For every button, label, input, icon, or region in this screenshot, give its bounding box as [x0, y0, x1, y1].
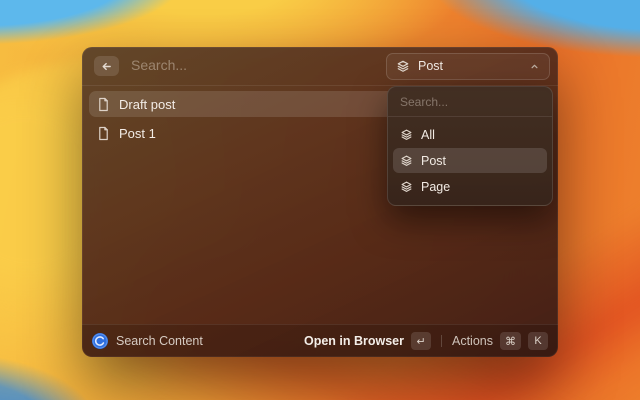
- open-in-browser-label: Open in Browser: [303, 334, 404, 348]
- box-icon: [400, 128, 413, 141]
- type-filter-dropdown-trigger[interactable]: Post: [386, 52, 550, 80]
- dropdown-option-page[interactable]: Page: [393, 174, 547, 199]
- chevron-up-icon: [529, 61, 540, 72]
- dropdown-search-input[interactable]: [400, 94, 540, 109]
- dropdown-search: [388, 87, 552, 117]
- return-key-badge: ↵: [411, 332, 431, 350]
- dropdown-option-label: Page: [421, 179, 451, 194]
- window-footer: Search Content Open in Browser ↵ Actions…: [82, 324, 558, 357]
- arrow-left-icon: [100, 60, 113, 73]
- extension-icon: [92, 333, 108, 349]
- type-dropdown-panel: All Post Page: [387, 86, 553, 206]
- box-icon: [396, 59, 410, 73]
- back-button[interactable]: [94, 56, 119, 76]
- dropdown-option-label: Post: [421, 153, 447, 168]
- main-search: [131, 57, 386, 75]
- window-header: Post: [82, 47, 558, 86]
- open-in-browser-button[interactable]: Open in Browser ↵: [304, 332, 431, 350]
- filter-selected-label: Post: [418, 59, 444, 73]
- list-item-label: Post 1: [119, 125, 156, 141]
- command-name: Search Content: [116, 334, 203, 348]
- command-key-badge: ⌘: [500, 332, 521, 350]
- actions-button[interactable]: Actions ⌘ K: [452, 332, 548, 350]
- box-icon: [400, 154, 413, 167]
- list-item-label: Draft post: [119, 96, 176, 112]
- document-icon: [97, 126, 110, 141]
- k-key-badge: K: [528, 332, 548, 350]
- dropdown-option-post[interactable]: Post: [393, 148, 547, 173]
- box-icon: [400, 180, 413, 193]
- footer-actions: Open in Browser ↵ Actions ⌘ K: [304, 332, 548, 350]
- dropdown-options: All Post Page: [388, 117, 552, 205]
- document-icon: [97, 97, 110, 112]
- dropdown-option-all[interactable]: All: [393, 122, 547, 147]
- actions-label: Actions: [452, 334, 493, 348]
- footer-divider: [441, 335, 442, 347]
- raycast-window: Post Draft post Post 1: [82, 47, 558, 357]
- dropdown-option-label: All: [421, 127, 435, 142]
- search-input[interactable]: [131, 57, 386, 73]
